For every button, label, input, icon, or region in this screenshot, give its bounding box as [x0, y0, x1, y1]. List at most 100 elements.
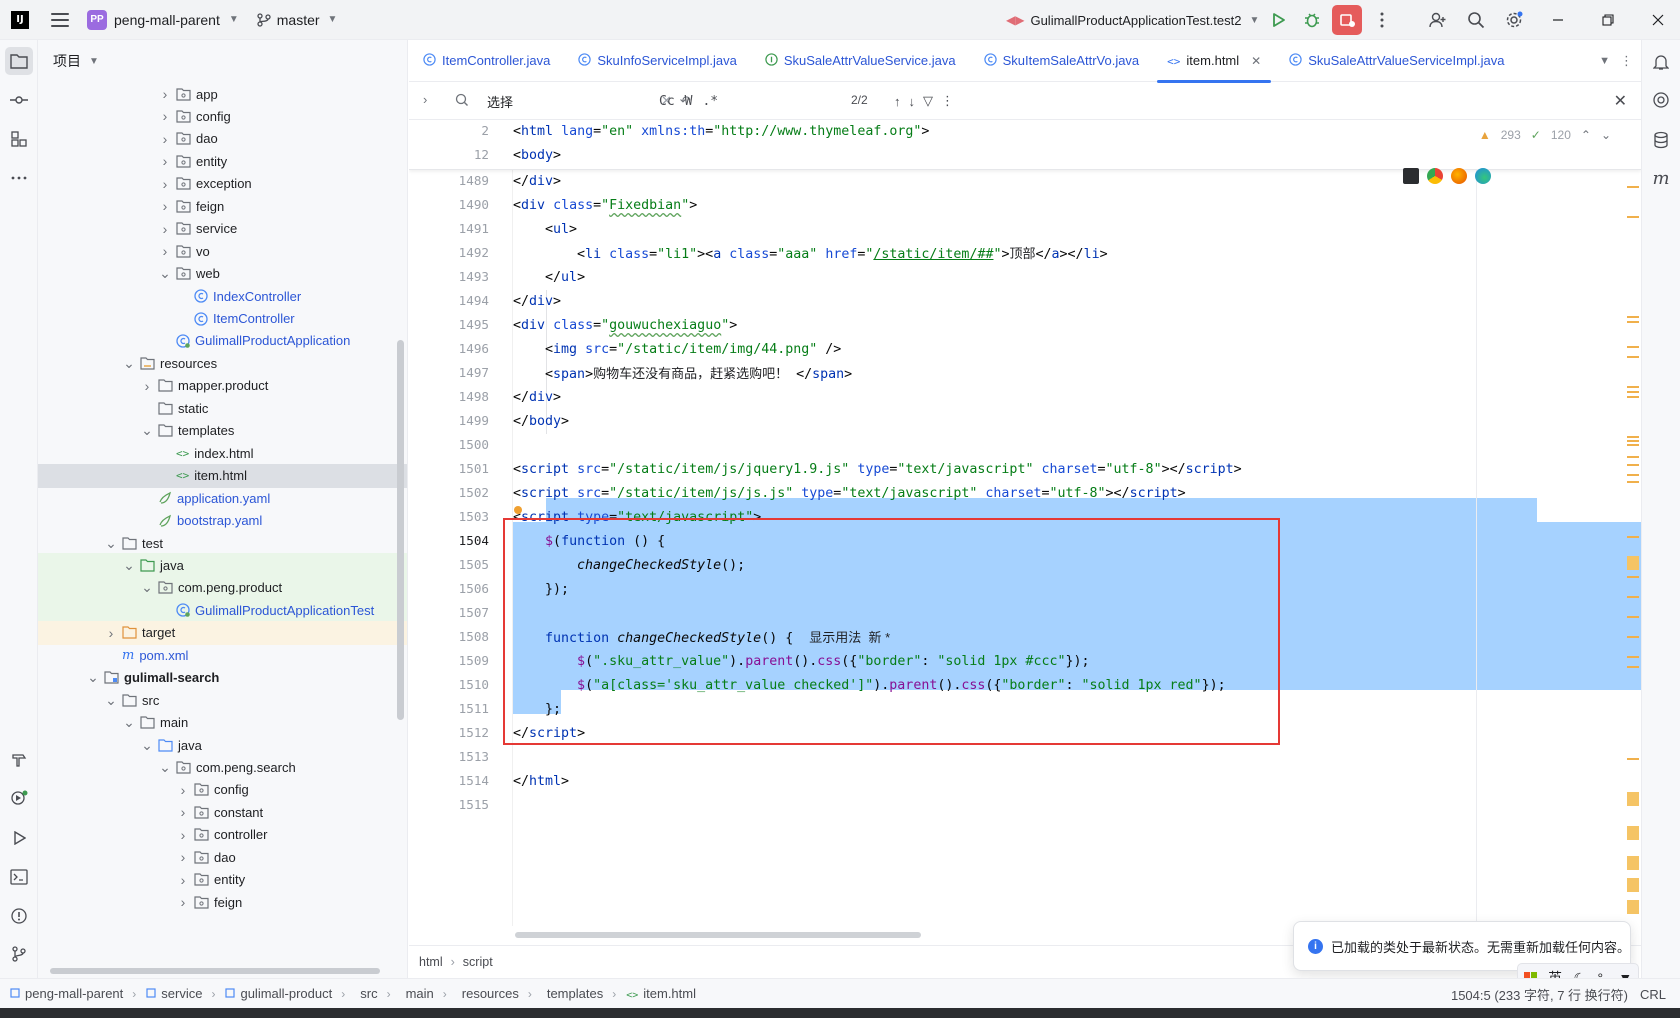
- project-horizontal-scrollbar[interactable]: [50, 968, 380, 974]
- status-path-item[interactable]: resources: [457, 986, 519, 1001]
- project-panel-header[interactable]: 项目 ▼: [38, 40, 407, 82]
- stripe-marker[interactable]: [1627, 481, 1639, 483]
- minimize-icon[interactable]: [1544, 6, 1572, 34]
- stripe-marker[interactable]: [1627, 878, 1639, 892]
- terminal-icon[interactable]: [5, 863, 33, 891]
- services-icon[interactable]: [5, 784, 33, 812]
- stripe-marker[interactable]: [1627, 576, 1639, 578]
- line-ending[interactable]: CRL: [1640, 987, 1666, 1002]
- tree-item-com-peng-search[interactable]: ⌄ com.peng.search: [38, 756, 407, 780]
- tree-item-index-html[interactable]: <> index.html: [38, 441, 407, 465]
- chevron-right-icon[interactable]: ›: [158, 153, 172, 169]
- tree-item-exception[interactable]: › exception: [38, 172, 407, 196]
- tree-item-service[interactable]: › service: [38, 217, 407, 241]
- chevron-right-icon[interactable]: ›: [176, 849, 190, 865]
- stripe-marker[interactable]: [1627, 666, 1639, 668]
- editor-horizontal-scrollbar[interactable]: [515, 932, 921, 938]
- notifications-bell-icon[interactable]: [1647, 48, 1675, 76]
- caret-position[interactable]: 1504:5 (233 字符, 7 行 换行符): [1451, 985, 1628, 1004]
- status-path-item[interactable]: <> item.html: [626, 986, 696, 1001]
- tab-item-html[interactable]: <> item.html ✕: [1153, 40, 1275, 83]
- status-path-item[interactable]: gulimall-product: [225, 986, 332, 1001]
- close-window-icon[interactable]: [1644, 6, 1672, 34]
- chevron-right-icon[interactable]: ›: [176, 827, 190, 843]
- run-config-selector[interactable]: ◀▶ GulimallProductApplicationTest.test2 …: [1006, 0, 1259, 40]
- stripe-marker[interactable]: [1627, 616, 1639, 618]
- debug-icon[interactable]: [1298, 6, 1326, 34]
- tree-item-dao[interactable]: › dao: [38, 127, 407, 151]
- problems-icon[interactable]: [5, 902, 33, 930]
- tab-itemcontroller-java[interactable]: ItemController.java: [409, 40, 564, 82]
- find-expand-icon[interactable]: ›: [423, 92, 427, 107]
- stripe-marker[interactable]: [1627, 436, 1639, 438]
- chrome-icon[interactable]: [1427, 168, 1443, 184]
- close-find-icon[interactable]: ✕: [1614, 91, 1627, 111]
- previous-match-icon[interactable]: ↑: [894, 94, 901, 109]
- tree-item-pom-xml[interactable]: m pom.xml: [38, 643, 407, 667]
- chevron-down-icon[interactable]: ⌄: [158, 265, 172, 282]
- chevron-down-icon[interactable]: ⌄: [1601, 128, 1611, 142]
- filter-icon[interactable]: ▽: [923, 93, 933, 109]
- stripe-marker[interactable]: [1627, 386, 1639, 388]
- git-icon[interactable]: [5, 940, 33, 968]
- tree-item-gulimallproductapplicationtest[interactable]: GulimallProductApplicationTest: [38, 598, 407, 623]
- chevron-down-icon[interactable]: ⌄: [104, 535, 118, 552]
- stripe-marker[interactable]: [1627, 346, 1639, 348]
- stripe-marker[interactable]: [1627, 856, 1639, 870]
- stripe-marker[interactable]: [1627, 440, 1639, 442]
- inspection-widget[interactable]: ▲ 293 ✓ 120 ⌃ ⌄: [1479, 128, 1611, 142]
- tree-item-entity[interactable]: › entity: [38, 868, 407, 892]
- chevron-down-icon[interactable]: ⌄: [122, 355, 136, 372]
- stripe-marker[interactable]: [1627, 900, 1639, 914]
- chevron-right-icon[interactable]: ›: [158, 108, 172, 124]
- next-match-icon[interactable]: ↓: [909, 94, 916, 109]
- match-case-toggle[interactable]: Cc: [659, 94, 675, 109]
- stripe-marker[interactable]: [1627, 596, 1639, 598]
- stripe-marker[interactable]: [1627, 556, 1639, 570]
- tree-item-app[interactable]: › app: [38, 82, 407, 106]
- tree-item-target[interactable]: › target: [38, 620, 407, 645]
- tree-item-src[interactable]: ⌄ src: [38, 688, 407, 712]
- chevron-down-icon[interactable]: ⌄: [140, 422, 154, 439]
- settings-gear-icon[interactable]: [1500, 6, 1528, 34]
- chevron-right-icon[interactable]: ›: [140, 378, 154, 394]
- chevron-right-icon[interactable]: ›: [176, 782, 190, 798]
- find-more-icon[interactable]: ⋮: [941, 93, 954, 109]
- stripe-marker[interactable]: [1627, 536, 1639, 538]
- chevron-right-icon[interactable]: ›: [158, 86, 172, 102]
- intellij-browser-icon[interactable]: [1403, 168, 1419, 184]
- tree-item-vo[interactable]: › vo: [38, 239, 407, 263]
- database-icon[interactable]: [1647, 126, 1675, 154]
- stripe-marker[interactable]: [1627, 186, 1639, 188]
- stripe-marker[interactable]: [1627, 826, 1639, 840]
- tab-skusaleattrvalueserviceimpl-java[interactable]: SkuSaleAttrValueServiceImpl.java: [1275, 40, 1518, 82]
- chevron-right-icon[interactable]: ›: [158, 176, 172, 192]
- tree-item-web[interactable]: ⌄ web: [38, 262, 407, 286]
- stripe-marker[interactable]: [1627, 474, 1639, 476]
- tab-skuitemsaleattrvo-java[interactable]: SkuItemSaleAttrVo.java: [970, 40, 1154, 82]
- firefox-icon[interactable]: [1451, 168, 1467, 184]
- breadcrumb-html[interactable]: html: [419, 955, 443, 969]
- stripe-marker[interactable]: [1627, 321, 1639, 323]
- chevron-down-icon[interactable]: ⌄: [140, 579, 154, 596]
- chevron-down-icon[interactable]: ⌄: [158, 759, 172, 776]
- edge-icon[interactable]: [1475, 168, 1491, 184]
- chevron-right-icon[interactable]: ›: [104, 625, 118, 641]
- tree-item-static[interactable]: static: [38, 396, 407, 420]
- stripe-marker[interactable]: [1627, 464, 1639, 466]
- chevron-right-icon[interactable]: ›: [158, 198, 172, 214]
- chevron-up-icon[interactable]: ⌃: [1581, 128, 1591, 142]
- chevron-down-icon[interactable]: ⌄: [86, 669, 100, 686]
- tree-item-indexcontroller[interactable]: IndexController: [38, 284, 407, 308]
- chevron-down-icon[interactable]: ⌄: [104, 692, 118, 709]
- chevron-down-icon[interactable]: ⌄: [122, 714, 136, 731]
- status-path-item[interactable]: src: [355, 986, 377, 1001]
- tree-item-bootstrap-yaml[interactable]: bootstrap.yaml: [38, 509, 407, 533]
- tree-item-dao[interactable]: › dao: [38, 845, 407, 869]
- tree-item-test[interactable]: ⌄ test: [38, 531, 407, 555]
- tree-item-templates[interactable]: ⌄ templates: [38, 419, 407, 443]
- stripe-marker[interactable]: [1627, 444, 1639, 446]
- search-icon[interactable]: [1462, 6, 1490, 34]
- tree-item-entity[interactable]: › entity: [38, 149, 407, 173]
- tree-item-gulimall-search[interactable]: ⌄ gulimall-search: [38, 666, 407, 690]
